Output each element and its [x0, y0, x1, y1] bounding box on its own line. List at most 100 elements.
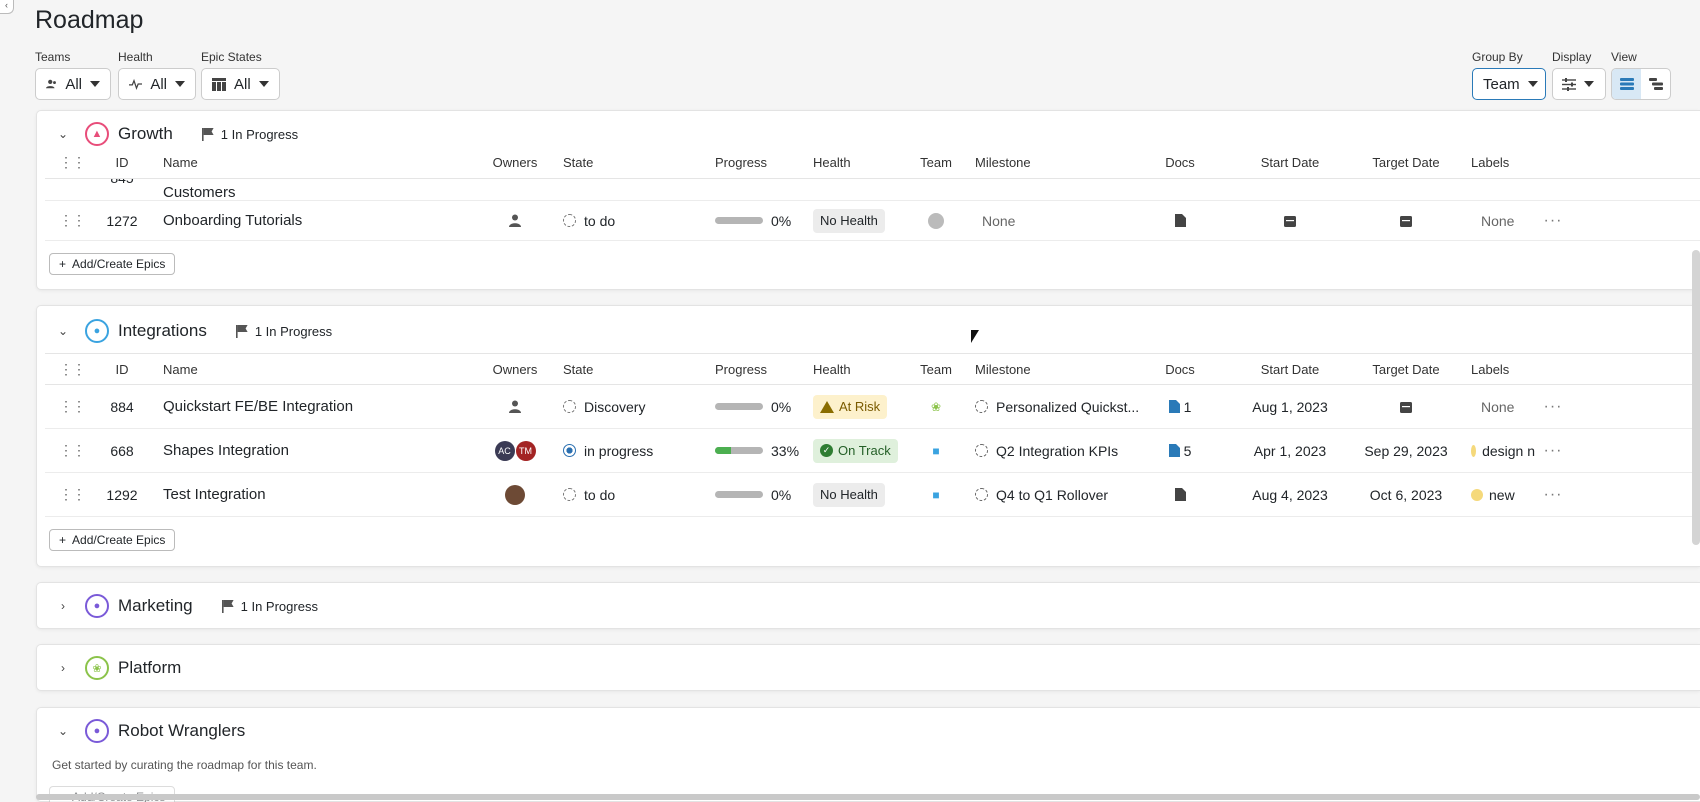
more-options-icon[interactable]: ···	[1541, 201, 1565, 240]
drag-handle-icon[interactable]: ⋮⋮	[59, 201, 86, 240]
group-header-growth[interactable]: ⌄ ▲ Growth 1 In Progress	[37, 119, 298, 149]
team-cell[interactable]: ❀	[921, 385, 951, 428]
milestone-cell[interactable]: None	[975, 201, 1015, 240]
more-options-icon[interactable]: ···	[1541, 429, 1565, 472]
start-date-cell[interactable]	[1235, 201, 1345, 240]
epic-name[interactable]: Onboarding Tutorials	[163, 201, 302, 240]
more-options-icon[interactable]: ···	[1541, 385, 1565, 428]
labels-cell[interactable]: design n	[1471, 429, 1535, 472]
col-name[interactable]: Name	[163, 147, 198, 178]
col-health[interactable]: Health	[813, 354, 851, 384]
col-owners[interactable]: Owners	[475, 147, 555, 178]
team-cell[interactable]: ■	[921, 473, 951, 516]
col-name[interactable]: Name	[163, 354, 198, 384]
collapse-sidebar-tab[interactable]: ‹	[0, 0, 14, 14]
docs-cell[interactable]: 5	[1160, 429, 1200, 472]
epic-name[interactable]: Customers	[163, 179, 236, 201]
table-row[interactable]: ⋮⋮ 668 Shapes Integration AC TM in progr…	[45, 429, 1700, 473]
chevron-right-icon[interactable]: ›	[52, 661, 74, 675]
state-cell[interactable]: in progress	[563, 429, 653, 472]
col-start-date[interactable]: Start Date	[1235, 147, 1345, 178]
col-progress[interactable]: Progress	[715, 354, 767, 384]
health-filter-button[interactable]: All	[118, 68, 196, 100]
group-header-robot-wranglers[interactable]: ⌄ ● Robot Wranglers	[37, 716, 245, 746]
col-team[interactable]: Team	[920, 354, 952, 384]
target-date-cell[interactable]	[1351, 385, 1461, 428]
col-start-date[interactable]: Start Date	[1235, 354, 1345, 384]
col-health[interactable]: Health	[813, 147, 851, 178]
col-milestone[interactable]: Milestone	[975, 147, 1031, 178]
col-milestone[interactable]: Milestone	[975, 354, 1031, 384]
col-docs[interactable]: Docs	[1160, 147, 1200, 178]
chevron-down-icon[interactable]: ⌄	[52, 324, 74, 338]
col-labels[interactable]: Labels	[1471, 147, 1509, 178]
epic-name[interactable]: Quickstart FE/BE Integration	[163, 385, 353, 428]
milestone-cell[interactable]: Q4 to Q1 Rollover	[975, 473, 1108, 516]
start-date[interactable]: Aug 4, 2023	[1235, 473, 1345, 516]
col-owners[interactable]: Owners	[475, 354, 555, 384]
owner-placeholder[interactable]	[475, 385, 555, 428]
health-cell[interactable]: No Health	[813, 473, 885, 516]
table-row[interactable]: 845 Customers	[45, 179, 1700, 201]
state-cell[interactable]: to do	[563, 473, 615, 516]
horizontal-scrollbar[interactable]	[36, 794, 1700, 800]
labels-cell[interactable]: None	[1471, 385, 1514, 428]
col-team[interactable]: Team	[920, 147, 952, 178]
team-cell[interactable]	[921, 201, 951, 240]
chevron-down-icon[interactable]: ⌄	[52, 127, 74, 141]
target-date-cell[interactable]	[1351, 201, 1461, 240]
col-state[interactable]: State	[563, 354, 593, 384]
timeline-view-button[interactable]	[1641, 69, 1670, 99]
drag-handle-icon[interactable]: ⋮⋮	[59, 385, 86, 428]
drag-handle-icon[interactable]: ⋮⋮	[59, 354, 86, 384]
target-date[interactable]: Oct 6, 2023	[1351, 473, 1461, 516]
epic-states-filter-button[interactable]: All	[201, 68, 280, 100]
col-docs[interactable]: Docs	[1160, 354, 1200, 384]
milestone-cell[interactable]: Personalized Quickst...	[975, 385, 1139, 428]
add-epics-button[interactable]: + Add/Create Epics	[49, 529, 176, 551]
group-header-marketing[interactable]: › ● Marketing 1 In Progress	[37, 591, 318, 621]
col-progress[interactable]: Progress	[715, 147, 767, 178]
health-cell[interactable]: ✓ On Track	[813, 429, 898, 472]
add-epics-button[interactable]: + Add/Create Epics	[49, 253, 176, 275]
epic-name[interactable]: Shapes Integration	[163, 429, 289, 472]
col-id[interactable]: ID	[99, 354, 145, 384]
col-labels[interactable]: Labels	[1471, 354, 1509, 384]
epic-name[interactable]: Test Integration	[163, 473, 266, 516]
drag-handle-icon[interactable]: ⋮⋮	[59, 429, 86, 472]
owner-placeholder[interactable]	[475, 201, 555, 240]
col-target-date[interactable]: Target Date	[1351, 147, 1461, 178]
chevron-down-icon[interactable]: ⌄	[52, 724, 74, 738]
drag-handle-icon[interactable]: ⋮⋮	[59, 473, 86, 516]
group-by-button[interactable]: Team	[1472, 68, 1546, 100]
health-cell[interactable]: At Risk	[813, 385, 888, 428]
more-options-icon[interactable]: ···	[1541, 473, 1565, 516]
state-cell[interactable]: Discovery	[563, 385, 645, 428]
vertical-scrollbar[interactable]	[1692, 250, 1700, 545]
display-button[interactable]	[1552, 68, 1606, 100]
drag-handle-icon[interactable]: ⋮⋮	[59, 147, 86, 178]
col-state[interactable]: State	[563, 147, 593, 178]
teams-filter-button[interactable]: All	[35, 68, 111, 100]
owners-cell[interactable]: AC TM	[475, 429, 555, 472]
list-view-button[interactable]	[1612, 69, 1641, 99]
health-cell[interactable]: No Health	[813, 201, 885, 240]
table-row[interactable]: ⋮⋮ 1272 Onboarding Tutorials to do 0% No…	[45, 201, 1700, 241]
start-date[interactable]: Aug 1, 2023	[1235, 385, 1345, 428]
docs-cell[interactable]	[1160, 473, 1200, 516]
owners-cell[interactable]	[475, 473, 555, 516]
labels-cell[interactable]: None	[1471, 201, 1514, 240]
group-header-platform[interactable]: › ❀ Platform	[37, 653, 181, 683]
milestone-cell[interactable]: Q2 Integration KPIs	[975, 429, 1118, 472]
docs-cell[interactable]: 1	[1160, 385, 1200, 428]
table-row[interactable]: ⋮⋮ 884 Quickstart FE/BE Integration Disc…	[45, 385, 1700, 429]
table-row[interactable]: ⋮⋮ 1292 Test Integration to do 0% No Hea…	[45, 473, 1700, 517]
start-date[interactable]: Apr 1, 2023	[1235, 429, 1345, 472]
target-date[interactable]: Sep 29, 2023	[1351, 429, 1461, 472]
team-cell[interactable]: ■	[921, 429, 951, 472]
col-target-date[interactable]: Target Date	[1351, 354, 1461, 384]
labels-cell[interactable]: new	[1471, 473, 1515, 516]
docs-cell[interactable]	[1160, 201, 1200, 240]
chevron-right-icon[interactable]: ›	[52, 599, 74, 613]
col-id[interactable]: ID	[99, 147, 145, 178]
